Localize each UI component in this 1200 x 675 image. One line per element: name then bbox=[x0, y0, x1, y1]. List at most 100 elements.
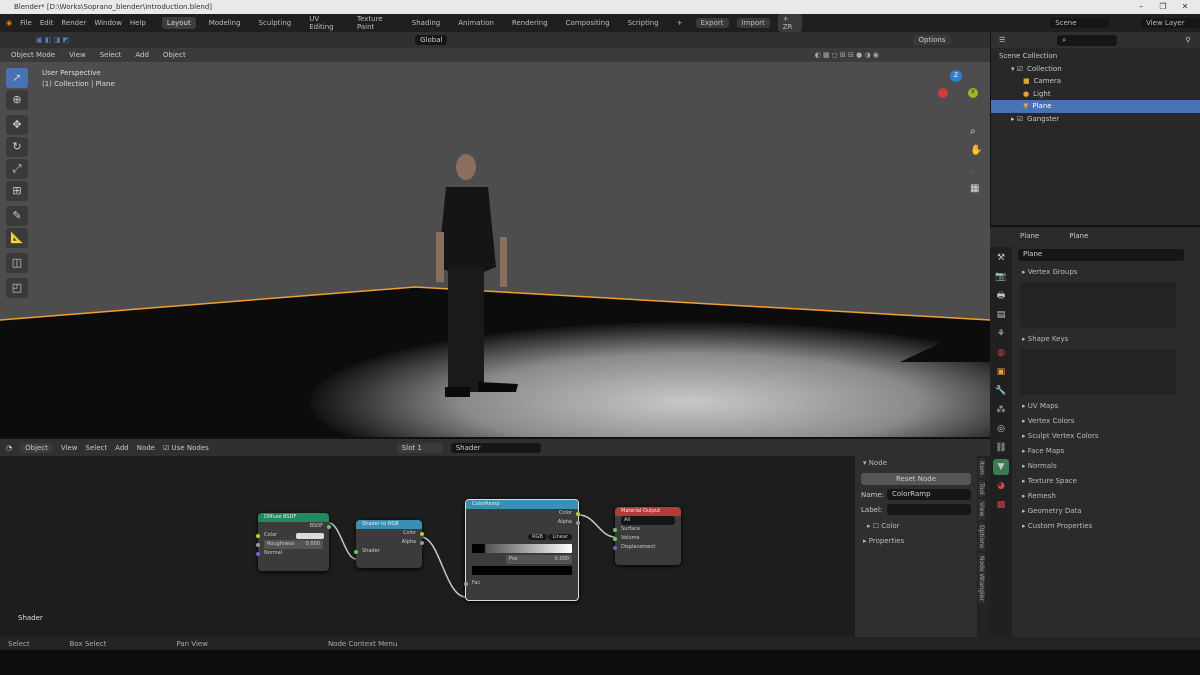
modifier-tab-icon[interactable]: 🔧 bbox=[993, 383, 1009, 399]
3d-viewport[interactable]: ▣ ◧ ◨ ◩ Global Options Object Mode View … bbox=[0, 32, 990, 437]
minimize-button[interactable]: – bbox=[1130, 0, 1152, 14]
section-normals[interactable]: ▸ Normals bbox=[1014, 459, 1200, 474]
gizmo-y-axis[interactable]: Y bbox=[968, 88, 978, 98]
section-uv-maps[interactable]: ▸ UV Maps bbox=[1014, 399, 1200, 414]
tab-rendering[interactable]: Rendering bbox=[507, 17, 553, 29]
add-object-tool-icon[interactable]: ◰ bbox=[6, 278, 28, 298]
world-tab-icon[interactable]: ◍ bbox=[993, 345, 1009, 361]
render-tab-icon[interactable]: 📷 bbox=[993, 269, 1009, 285]
section-texture-space[interactable]: ▸ Texture Space bbox=[1014, 474, 1200, 489]
menu-window[interactable]: Window bbox=[94, 19, 122, 27]
scale-tool-icon[interactable]: ⤢ bbox=[6, 159, 28, 179]
menu-select[interactable]: Select bbox=[94, 50, 127, 60]
object-tab-icon[interactable]: ▣ bbox=[993, 364, 1009, 380]
color-subpanel[interactable]: ▸ ☐ Color bbox=[855, 519, 977, 534]
outliner-camera[interactable]: ■ Camera bbox=[991, 75, 1200, 88]
interpolation-dropdown[interactable]: Linear bbox=[548, 534, 572, 540]
tab-options[interactable]: Options bbox=[978, 521, 985, 551]
scene-tab-icon[interactable]: ⚘ bbox=[993, 326, 1009, 342]
move-tool-icon[interactable]: ✥ bbox=[6, 115, 28, 135]
tab-modeling[interactable]: Modeling bbox=[204, 17, 246, 29]
measure-tool-icon[interactable]: 📐 bbox=[6, 228, 28, 248]
section-remesh[interactable]: ▸ Remesh bbox=[1014, 489, 1200, 504]
export-button[interactable]: Export bbox=[695, 18, 729, 28]
material-tab-icon[interactable]: ◕ bbox=[993, 478, 1009, 494]
menu-add[interactable]: Add bbox=[130, 50, 154, 60]
menu-help[interactable]: Help bbox=[130, 19, 146, 27]
node-label-field[interactable] bbox=[887, 504, 971, 515]
node-color-ramp[interactable]: ColorRamp Color Alpha RGB Linear Pos 0.00… bbox=[464, 499, 580, 601]
stop-color-swatch[interactable] bbox=[472, 566, 572, 575]
socket-volume[interactable]: Volume bbox=[613, 534, 681, 543]
maximize-button[interactable]: ❐ bbox=[1152, 0, 1174, 14]
socket-surface[interactable]: Surface bbox=[613, 525, 681, 534]
object-mode-dropdown[interactable]: Object Mode bbox=[6, 50, 61, 60]
outliner-scene-collection[interactable]: Scene Collection bbox=[991, 50, 1200, 63]
tab-layout[interactable]: Layout bbox=[161, 17, 196, 29]
scene-selector[interactable]: Scene bbox=[1050, 18, 1110, 28]
tab-tool[interactable]: Tool bbox=[978, 479, 985, 498]
vertex-groups-list[interactable] bbox=[1020, 282, 1176, 328]
target-dropdown[interactable]: All bbox=[615, 516, 681, 525]
section-vertex-groups[interactable]: ▸ Vertex Groups bbox=[1014, 265, 1200, 280]
ramp-stop-position[interactable]: Pos 0.000 bbox=[466, 555, 578, 564]
color-mode-dropdown[interactable]: RGB bbox=[528, 534, 547, 540]
display-mode-icon[interactable]: ☰ bbox=[999, 36, 1005, 44]
output-tab-icon[interactable]: 🖶 bbox=[993, 288, 1009, 304]
node-diffuse-bsdf[interactable]: Diffuse BSDF BSDF Color Roughness 0.000 N… bbox=[256, 513, 331, 571]
tab-view[interactable]: View bbox=[978, 499, 985, 520]
socket-alpha-out[interactable]: Alpha bbox=[356, 538, 424, 547]
node-shader-to-rgb[interactable]: Shader to RGB Color Alpha Shader bbox=[354, 520, 424, 568]
tab-shading[interactable]: Shading bbox=[407, 17, 445, 29]
outliner-plane[interactable]: ▼ Plane bbox=[991, 100, 1200, 113]
transform-orientation[interactable]: Global bbox=[415, 35, 448, 45]
section-face-maps[interactable]: ▸ Face Maps bbox=[1014, 444, 1200, 459]
transform-tool-icon[interactable]: ⊞ bbox=[6, 181, 28, 201]
socket-shader-in[interactable]: Shader bbox=[354, 547, 422, 556]
tab-animation[interactable]: Animation bbox=[453, 17, 499, 29]
tab-texture-paint[interactable]: Texture Paint bbox=[352, 13, 399, 33]
outliner-gangster[interactable]: ▸ ☑ Gangster bbox=[991, 113, 1200, 126]
tab-item[interactable]: Item bbox=[978, 458, 985, 478]
add-cube-tool-icon[interactable]: ◫ bbox=[6, 253, 28, 273]
blender-logo-icon[interactable]: ◉ bbox=[6, 19, 12, 27]
select-mode-icons[interactable]: ▣ ◧ ◨ ◩ bbox=[36, 36, 69, 44]
shader-node-editor[interactable]: ◔ Object View Select Add Node ☑ Use Node… bbox=[0, 437, 990, 639]
mesh-name-field[interactable]: Plane bbox=[1018, 249, 1184, 261]
tab-sculpting[interactable]: Sculpting bbox=[254, 17, 297, 29]
addon-button[interactable]: + ZR bbox=[777, 14, 803, 32]
navigation-icons[interactable]: ⌕ ✋ 🎥 ▦ bbox=[970, 122, 982, 198]
socket-alpha-out[interactable]: Alpha bbox=[466, 518, 580, 527]
reset-node-button[interactable]: Reset Node bbox=[861, 473, 971, 485]
section-shape-keys[interactable]: ▸ Shape Keys bbox=[1014, 332, 1200, 347]
outliner-collection[interactable]: ▾ ☑ Collection bbox=[991, 63, 1200, 76]
rotate-tool-icon[interactable]: ↻ bbox=[6, 137, 28, 157]
tool-tab-icon[interactable]: ⚒ bbox=[993, 250, 1009, 266]
data-tab-icon[interactable]: ▼ bbox=[993, 459, 1009, 475]
properties-subpanel[interactable]: ▸ Properties bbox=[855, 534, 977, 549]
tab-scripting[interactable]: Scripting bbox=[623, 17, 664, 29]
color-swatch[interactable] bbox=[296, 533, 324, 539]
texture-tab-icon[interactable]: ▩ bbox=[993, 497, 1009, 513]
view-layer-selector[interactable]: View Layer bbox=[1141, 18, 1200, 28]
socket-color-out[interactable]: Color bbox=[356, 529, 424, 538]
shape-keys-list[interactable] bbox=[1020, 349, 1176, 395]
physics-tab-icon[interactable]: ◎ bbox=[993, 421, 1009, 437]
socket-color-out[interactable]: Color bbox=[466, 509, 580, 518]
shading-mode-icons[interactable]: ◐ ▦ ◻ ⊞ ⊟ ● ◑ ◉ bbox=[815, 51, 879, 59]
node-section-header[interactable]: ▾ Node bbox=[855, 456, 977, 471]
node-material-output[interactable]: Material Output All Surface Volume Displ… bbox=[613, 507, 681, 565]
options-dropdown[interactable]: Options bbox=[913, 35, 951, 45]
view-layer-tab-icon[interactable]: ▤ bbox=[993, 307, 1009, 323]
socket-color[interactable]: Color bbox=[256, 531, 329, 540]
gizmo-z-axis[interactable]: Z bbox=[950, 70, 962, 82]
particles-tab-icon[interactable]: ⁂ bbox=[993, 402, 1009, 418]
color-ramp-gradient[interactable] bbox=[472, 544, 572, 553]
gizmo-x-axis[interactable] bbox=[938, 88, 948, 98]
section-custom-properties[interactable]: ▸ Custom Properties bbox=[1014, 519, 1200, 534]
outliner-search[interactable]: ⌕ bbox=[1057, 34, 1118, 46]
section-sculpt-vertex-colors[interactable]: ▸ Sculpt Vertex Colors bbox=[1014, 429, 1200, 444]
annotate-tool-icon[interactable]: ✎ bbox=[6, 206, 28, 226]
section-vertex-colors[interactable]: ▸ Vertex Colors bbox=[1014, 414, 1200, 429]
outliner-light[interactable]: ● Light bbox=[991, 88, 1200, 101]
